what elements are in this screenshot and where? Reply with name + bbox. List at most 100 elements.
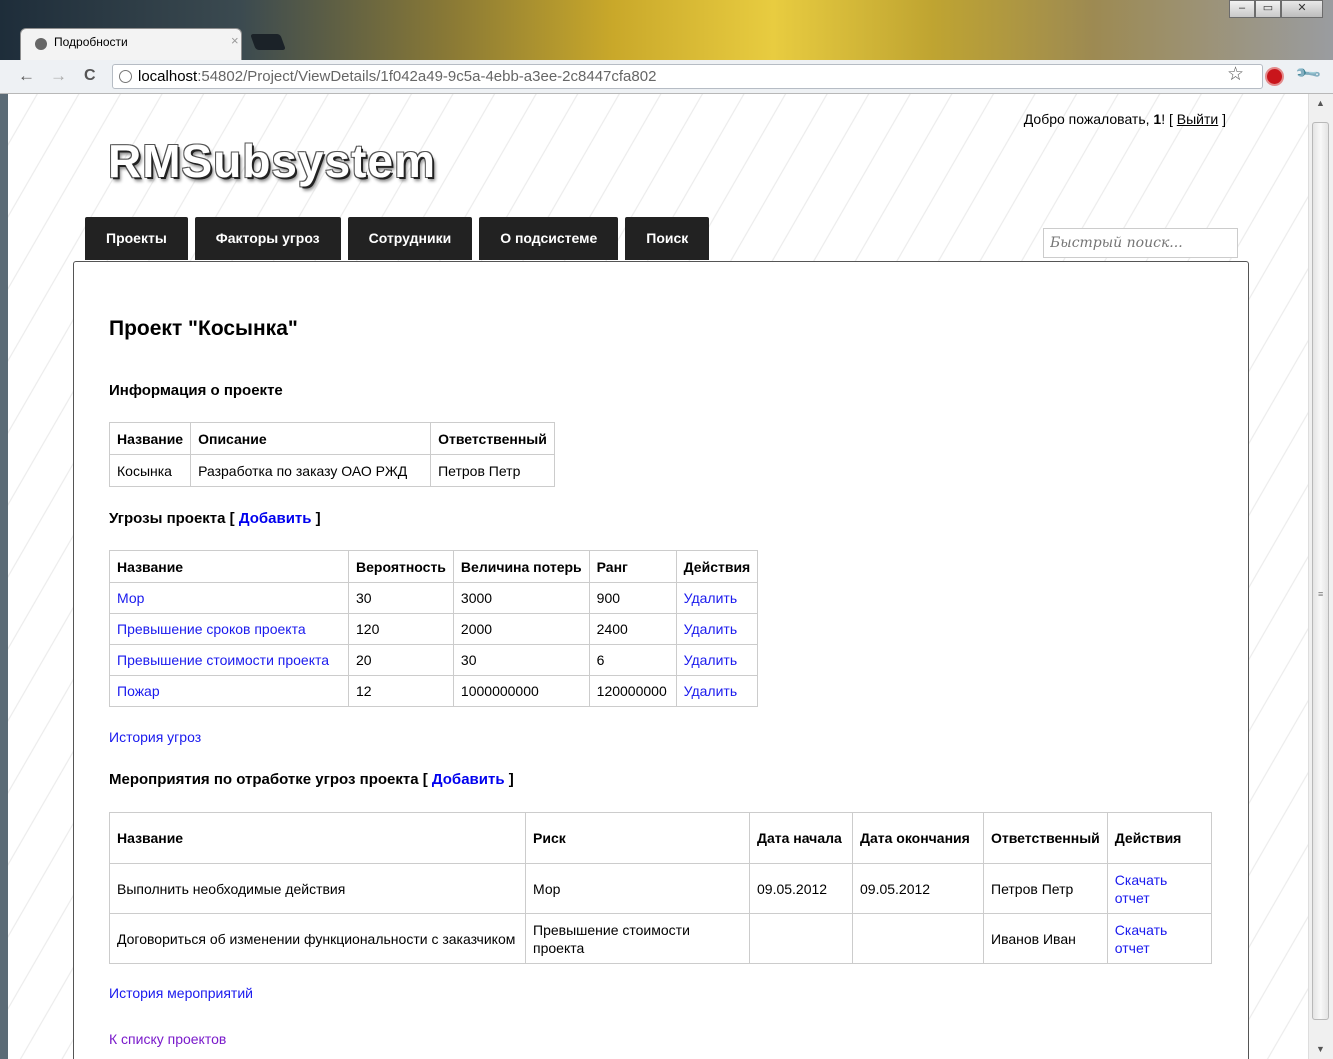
table-header: Величина потерь [452, 550, 590, 583]
forward-arrow-icon[interactable]: → [50, 66, 67, 86]
grip-icon: ≡ [1318, 589, 1324, 599]
table-row: Выполнить необходимые действия Мор 09.05… [109, 863, 1213, 914]
maximize-button[interactable]: ▭ [1255, 0, 1281, 18]
measures-table: Название Риск Дата начала Дата окончания… [109, 812, 1213, 964]
table-cell: 2000 [452, 613, 590, 645]
table-header: Название [108, 422, 192, 455]
table-header: Описание [190, 422, 432, 455]
delete-threat-link[interactable]: Удалить [684, 652, 737, 668]
add-measure-link[interactable]: Добавить [432, 771, 505, 788]
tab-close-icon[interactable]: × [231, 33, 239, 48]
new-tab-button[interactable] [250, 34, 286, 50]
download-report-link[interactable]: Скачать отчет [1115, 922, 1168, 956]
threat-link[interactable]: Пожар [117, 683, 160, 699]
table-cell: 2400 [588, 613, 677, 645]
reload-icon[interactable]: C [84, 67, 96, 85]
table-cell: Договориться об изменении функциональнос… [109, 913, 526, 964]
table-header: Ранг [588, 550, 677, 583]
menu-item-about[interactable]: О подсистеме [479, 217, 619, 260]
table-cell: 30 [452, 644, 590, 676]
project-info-table: Название Описание Ответственный Косынка … [108, 422, 555, 487]
page-viewport: Добро пожаловать, 1! [ Выйти ] RMSubsyst… [8, 94, 1308, 1059]
delete-threat-link[interactable]: Удалить [684, 590, 737, 606]
threat-link[interactable]: Превышение стоимости проекта [117, 652, 329, 668]
browser-toolbar: ← → C localhost:54802/Project/ViewDetail… [0, 60, 1333, 94]
table-header: Название [109, 550, 349, 583]
table-cell: 30 [348, 582, 454, 614]
table-cell: 09.05.2012 [749, 863, 853, 914]
menu-item-threat-factors[interactable]: Факторы угроз [194, 217, 341, 260]
table-row: Пожар 12 1000000000 120000000 Удалить [109, 675, 759, 707]
page-title: Проект "Косынка" [109, 317, 298, 340]
table-cell [749, 913, 853, 964]
quick-search-input[interactable] [1043, 228, 1238, 258]
threat-link[interactable]: Мор [117, 590, 144, 606]
vertical-scrollbar[interactable]: ▲ ≡ ▼ [1308, 94, 1333, 1059]
table-cell: Петров Петр [430, 454, 555, 487]
scroll-down-icon[interactable]: ▼ [1316, 1044, 1325, 1054]
table-header: Дата начала [749, 812, 853, 864]
threats-table: Название Вероятность Величина потерь Ран… [109, 550, 759, 707]
site-logo[interactable]: RMSubsystem [108, 134, 436, 188]
table-header: Название [109, 812, 526, 864]
table-cell: Петров Петр [983, 863, 1108, 914]
table-header: Риск [525, 812, 750, 864]
logout-link[interactable]: Выйти [1177, 111, 1218, 127]
measures-heading: Мероприятия по отработке угроз проекта [… [109, 771, 514, 788]
table-header: Ответственный [430, 422, 555, 455]
table-cell: 120 [348, 613, 454, 645]
welcome-text: Добро пожаловать, 1! [ Выйти ] [1023, 111, 1226, 127]
tab-title: Подробности [54, 35, 128, 49]
table-cell: 12 [348, 675, 454, 707]
delete-threat-link[interactable]: Удалить [684, 621, 737, 637]
browser-titlebar: Подробности × – ▭ ✕ [0, 0, 1333, 60]
table-cell: 09.05.2012 [852, 863, 984, 914]
table-cell: Разработка по заказу ОАО РЖД [190, 454, 432, 487]
table-cell: 6 [588, 644, 677, 676]
table-cell: Косынка [108, 454, 192, 487]
table-cell: Мор [525, 863, 750, 914]
address-bar[interactable]: localhost:54802/Project/ViewDetails/1f04… [112, 64, 1263, 89]
table-header: Дата окончания [852, 812, 984, 864]
menu-item-search[interactable]: Поиск [625, 217, 710, 260]
table-row: Мор 30 3000 900 Удалить [109, 582, 759, 614]
table-row: Превышение сроков проекта 120 2000 2400 … [109, 613, 759, 645]
back-arrow-icon[interactable]: ← [18, 66, 35, 86]
menu-item-employees[interactable]: Сотрудники [347, 217, 473, 260]
table-cell: Иванов Иван [983, 913, 1108, 964]
table-header: Вероятность [348, 550, 454, 583]
threat-history-link[interactable]: История угроз [109, 729, 201, 745]
browser-tab[interactable]: Подробности × [20, 28, 242, 60]
close-window-button[interactable]: ✕ [1281, 0, 1323, 18]
scroll-thumb[interactable]: ≡ [1312, 122, 1329, 1020]
table-cell: 1000000000 [452, 675, 590, 707]
table-cell: 900 [588, 582, 677, 614]
minimize-button[interactable]: – [1229, 0, 1255, 18]
threat-link[interactable]: Превышение сроков проекта [117, 621, 306, 637]
bookmark-star-icon[interactable]: ☆ [1227, 63, 1244, 86]
delete-threat-link[interactable]: Удалить [684, 683, 737, 699]
extension-stop-icon[interactable] [1265, 67, 1284, 86]
table-header: Действия [675, 550, 759, 583]
table-cell: 20 [348, 644, 454, 676]
window-frame [0, 94, 8, 1059]
url-text: localhost:54802/Project/ViewDetails/1f04… [138, 68, 657, 85]
table-cell: Превышение стоимости проекта [525, 913, 750, 964]
threats-heading: Угрозы проекта [ Добавить ] [109, 510, 321, 527]
page-info-icon[interactable] [119, 70, 132, 83]
table-cell: 120000000 [588, 675, 677, 707]
back-to-projects-link[interactable]: К списку проектов [109, 1031, 226, 1047]
menu-item-projects[interactable]: Проекты [85, 217, 188, 260]
favicon-icon [35, 38, 47, 50]
table-header: Ответственный [983, 812, 1108, 864]
add-threat-link[interactable]: Добавить [239, 510, 312, 527]
scroll-up-icon[interactable]: ▲ [1316, 98, 1325, 108]
measure-history-link[interactable]: История мероприятий [109, 985, 253, 1001]
table-cell [852, 913, 984, 964]
download-report-link[interactable]: Скачать отчет [1115, 872, 1168, 906]
wrench-icon[interactable]: 🔧 [1294, 60, 1323, 89]
table-cell: Выполнить необходимые действия [109, 863, 526, 914]
table-cell: 3000 [452, 582, 590, 614]
table-row: Договориться об изменении функциональнос… [109, 913, 1213, 964]
info-heading: Информация о проекте [109, 382, 283, 399]
